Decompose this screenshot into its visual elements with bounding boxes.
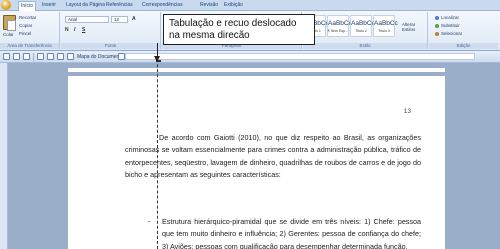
binoculars-icon — [435, 16, 439, 20]
style-sem-espacamento[interactable]: AaBbCc ¶ Sem Esp... — [327, 15, 352, 37]
callout-text-line-1: Tabulação e recuo deslocado — [169, 18, 297, 29]
editing-group: Localizar Substituir Selecionar Edição — [429, 12, 498, 49]
tab-layout-da-pagina[interactable]: Layout da Página — [64, 1, 107, 10]
clipboard-group-label: Área de Transferência — [0, 43, 59, 49]
callout-arrow-stem — [157, 43, 158, 57]
document-map-button[interactable]: Mapa do Documento — [77, 53, 123, 61]
tab-correspondencias[interactable]: Correspondências — [140, 1, 185, 10]
previous-page-bottom — [68, 68, 445, 72]
undo-icon[interactable] — [13, 53, 20, 60]
change-styles-button[interactable]: Alterar Estilos — [402, 22, 426, 32]
document-workspace: 13 De acordo com Gaiotti (2010), no que … — [8, 63, 500, 249]
font-size-select[interactable]: 12 — [111, 16, 128, 23]
new-document-icon[interactable] — [47, 53, 54, 60]
select-icon — [435, 32, 439, 36]
zoom-icon[interactable] — [118, 53, 125, 60]
document-page[interactable]: 13 De acordo com Gaiotti (2010), no que … — [68, 76, 445, 249]
table-icon[interactable] — [57, 53, 64, 60]
font-group: Arial 12 A N I S Fonte — [61, 12, 161, 49]
office-button-icon[interactable] — [1, 0, 11, 10]
callout-text-line-2: na mesma direcão — [169, 30, 250, 41]
replace-button[interactable]: Substituir — [441, 23, 460, 29]
style-sample: AaBbCc — [374, 20, 398, 27]
style-name: ¶ Sem Esp... — [328, 29, 348, 33]
redo-icon[interactable] — [23, 53, 30, 60]
styles-group-label: Estilo — [303, 43, 427, 49]
grow-font-button[interactable]: A — [132, 16, 136, 23]
tab-inicio[interactable]: Início — [18, 1, 36, 11]
tab-referencias[interactable]: Referências — [104, 1, 135, 10]
annotation-callout: Tabulação e recuo deslocado na mesma dir… — [163, 14, 315, 45]
tab-alignment-guide-line — [157, 44, 158, 249]
toolbar-separator — [33, 53, 34, 61]
find-button[interactable]: Localizar — [441, 15, 459, 21]
underline-button[interactable]: S — [82, 27, 85, 34]
clipboard-group: Colar Recortar Copiar Pincel Área de Tra… — [0, 12, 60, 49]
format-painter-button[interactable]: Pincel — [19, 31, 31, 37]
style-sample: AaBbCc — [328, 20, 352, 27]
save-icon[interactable] — [3, 53, 10, 60]
print-preview-icon[interactable] — [37, 53, 44, 60]
replace-icon — [435, 24, 439, 28]
font-name-select[interactable]: Arial — [65, 16, 109, 23]
style-sample: AaBbCc — [351, 20, 375, 27]
document-map-icon[interactable] — [67, 53, 74, 60]
font-group-label: Fonte — [61, 43, 160, 49]
ribbon-tab-bar: Início Inserir Layout da Página Referênc… — [0, 0, 500, 11]
tab-inserir[interactable]: Inserir — [40, 1, 58, 10]
bullet-item-paragraph[interactable]: Estrutura hierárquico-piramidal que se d… — [162, 216, 421, 249]
bullet-dash: - — [148, 217, 151, 226]
editing-group-label: Edição — [429, 43, 498, 49]
italic-button[interactable]: I — [74, 27, 75, 34]
cut-button[interactable]: Recortar — [19, 15, 36, 21]
body-paragraph[interactable]: De acordo com Gaiotti (2010), no que diz… — [125, 132, 421, 182]
vertical-ruler[interactable] — [0, 63, 8, 249]
style-titulo-2[interactable]: AaBbCc Título 2 — [350, 15, 375, 37]
page-number: 13 — [403, 108, 411, 115]
tab-exibicao[interactable]: Exibição — [222, 1, 245, 10]
style-name: Título 2 — [355, 29, 367, 33]
style-name: Título 3 — [378, 29, 390, 33]
paste-button[interactable]: Colar — [3, 32, 14, 38]
styles-group: AaBbCc Título 1 AaBbCc ¶ Sem Esp... AaBb… — [303, 12, 428, 49]
copy-button[interactable]: Copiar — [19, 23, 32, 29]
callout-arrow-head-icon — [154, 56, 160, 62]
paste-icon[interactable] — [3, 15, 16, 31]
tab-revisao[interactable]: Revisão — [198, 1, 220, 10]
style-titulo-3[interactable]: AaBbCc Título 3 — [373, 15, 398, 37]
select-button[interactable]: Selecionar — [441, 31, 462, 37]
horizontal-ruler[interactable] — [125, 53, 475, 60]
bold-button[interactable]: N — [65, 27, 69, 34]
